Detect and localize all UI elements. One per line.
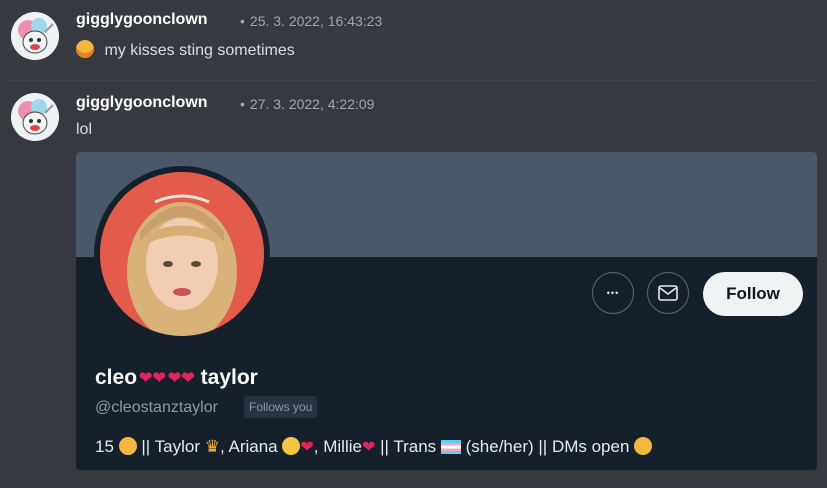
crown-emoji-icon: ♛ — [204, 437, 220, 456]
bio-text: || Trans — [380, 437, 437, 456]
bio-text: , Millie — [313, 437, 362, 456]
timestamp-text: 25. 3. 2022, 16:43:23 — [249, 13, 383, 29]
separator-dot: • — [240, 13, 245, 29]
trans-flag-icon — [440, 440, 461, 454]
message-button[interactable] — [647, 272, 689, 314]
mail-icon — [658, 285, 678, 301]
bio-text: 15 — [95, 437, 114, 456]
message-timestamp: • 25. 3. 2022, 16:43:23 — [240, 13, 382, 29]
two-hearts-icon: ❤❤ — [167, 370, 195, 387]
message-text: my kisses sting sometimes — [76, 40, 295, 60]
face-blowing-kiss-emoji-icon — [634, 437, 653, 455]
more-icon: ••• — [606, 288, 620, 298]
separator-dot: • — [240, 96, 245, 112]
profile-embed-card[interactable]: ••• Follow cleo ❤❤ ❤❤ taylor @cleostanzt… — [76, 152, 817, 470]
username[interactable]: gigglygoonclown — [76, 94, 208, 112]
message-content: my kisses sting sometimes — [104, 42, 295, 59]
message-divider — [10, 80, 817, 81]
message-timestamp: • 27. 3. 2022, 4:22:09 — [240, 96, 374, 112]
smiling-hearts-emoji-icon — [118, 437, 137, 455]
two-hearts-icon: ❤ — [300, 439, 314, 456]
rolling-eyes-emoji-icon — [282, 437, 301, 455]
display-name-part1: cleo — [95, 366, 138, 389]
username[interactable]: gigglygoonclown — [76, 11, 208, 29]
bio-text: , Ariana — [219, 437, 278, 456]
profile-handle[interactable]: @cleostanztaylor — [95, 399, 218, 417]
display-name-part2: taylor — [200, 366, 258, 389]
display-name: cleo ❤❤ ❤❤ taylor — [95, 366, 258, 390]
timestamp-text: 27. 3. 2022, 4:22:09 — [249, 96, 375, 112]
bio-text: (she/her) || DMs open — [465, 437, 630, 456]
two-hearts-icon: ❤❤ — [139, 370, 166, 387]
more-options-button[interactable]: ••• — [592, 272, 634, 314]
smiling-face-emoji-icon — [76, 40, 94, 58]
follow-button[interactable]: Follow — [703, 272, 803, 316]
user-avatar[interactable] — [11, 12, 59, 60]
message-content: lol — [76, 121, 93, 138]
profile-photo — [100, 172, 264, 336]
user-avatar[interactable] — [11, 93, 59, 141]
profile-bio: 15 || Taylor ♛, Ariana ❤, Millie❤ || Tra… — [95, 437, 653, 457]
profile-picture[interactable] — [94, 166, 270, 342]
bio-text: || Taylor — [141, 437, 200, 456]
kiss-mark-icon: ❤ — [361, 439, 376, 456]
follows-you-badge: Follows you — [244, 396, 318, 418]
